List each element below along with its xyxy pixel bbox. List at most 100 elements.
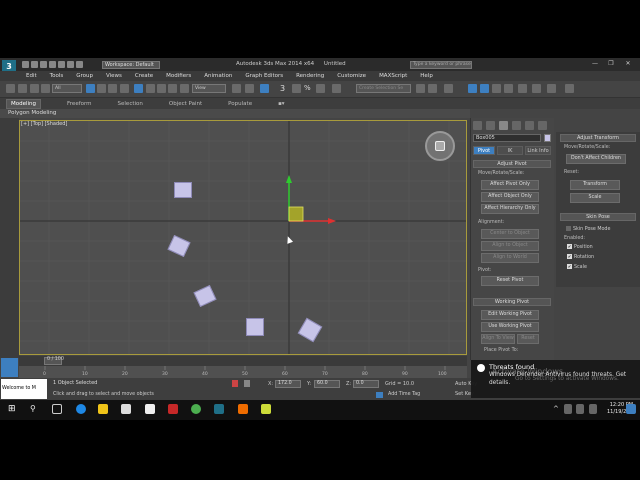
time-slider[interactable] xyxy=(19,356,467,366)
adjust-pivot-rollout[interactable]: Adjust Pivot xyxy=(473,160,551,168)
working-pivot-rollout[interactable]: Working Pivot xyxy=(473,298,551,306)
menu-edit[interactable]: Edit xyxy=(26,73,37,79)
hold-icon[interactable] xyxy=(67,61,74,68)
schematic-view-icon[interactable] xyxy=(492,84,501,93)
utilities-panel-icon[interactable] xyxy=(538,121,547,130)
select-object-icon[interactable] xyxy=(86,84,95,93)
box-object[interactable] xyxy=(174,182,192,198)
rendered-frame-window-icon[interactable] xyxy=(532,84,541,93)
position-checkbox[interactable]: ✔ Position xyxy=(567,244,593,250)
skin-pose-rollout[interactable]: Skin Pose xyxy=(560,213,636,221)
window-crossing-icon[interactable] xyxy=(120,84,129,93)
workspace-dropdown[interactable]: Workspace: Default xyxy=(102,61,160,69)
menu-views[interactable]: Views xyxy=(106,73,122,79)
tab-freeform[interactable]: Freeform xyxy=(67,101,92,107)
z-coordinate-field[interactable]: 0.0 xyxy=(353,380,379,388)
absolute-mode-icon[interactable] xyxy=(244,380,250,387)
maxscript-listener[interactable]: Welcome to M xyxy=(1,379,47,399)
store-icon[interactable] xyxy=(121,404,131,414)
minimize-button[interactable]: — xyxy=(587,60,603,69)
spinner-snap-icon[interactable] xyxy=(316,84,325,93)
pivot-center-icon[interactable] xyxy=(180,84,189,93)
select-scale-icon[interactable] xyxy=(157,84,166,93)
tab-ik[interactable]: IK xyxy=(497,146,523,155)
chrome-icon[interactable] xyxy=(191,404,201,414)
menu-group[interactable]: Group xyxy=(76,73,93,79)
menu-animation[interactable]: Animation xyxy=(204,73,232,79)
align-to-view-button[interactable]: Align To View xyxy=(481,334,515,344)
viewcube-icon[interactable] xyxy=(425,131,455,161)
app-taskbar-icon[interactable] xyxy=(238,404,248,414)
maximize-button[interactable]: ❐ xyxy=(603,60,619,69)
menu-customize[interactable]: Customize xyxy=(337,73,366,79)
tab-pivot[interactable]: Pivot xyxy=(473,146,495,155)
box-object[interactable] xyxy=(246,318,264,336)
select-rotate-icon[interactable] xyxy=(146,84,155,93)
close-button[interactable]: ✕ xyxy=(620,60,636,69)
tab-modeling[interactable]: Modeling xyxy=(6,98,42,109)
use-pivot-center-icon[interactable] xyxy=(232,84,241,93)
affect-object-only-button[interactable]: Affect Object Only xyxy=(481,192,539,202)
mirror-icon[interactable] xyxy=(416,84,425,93)
add-time-tag-button[interactable]: Add Time Tag xyxy=(388,392,420,397)
action-center-icon[interactable] xyxy=(626,404,636,414)
mail-icon[interactable] xyxy=(145,404,155,414)
viewport-label[interactable]: [+] [Top] [Shaded] xyxy=(21,121,67,127)
create-panel-icon[interactable] xyxy=(473,121,482,130)
modify-panel-icon[interactable] xyxy=(486,121,495,130)
graphite-toggle-icon[interactable] xyxy=(468,84,477,93)
reset-transform-button[interactable]: Transform xyxy=(570,180,620,190)
affect-pivot-only-button[interactable]: Affect Pivot Only xyxy=(481,180,539,190)
edit-working-pivot-button[interactable]: Edit Working Pivot xyxy=(481,310,539,320)
select-manipulate-icon[interactable] xyxy=(245,84,254,93)
angle-snap-icon[interactable] xyxy=(292,84,301,93)
reference-coordinate-dropdown[interactable]: View xyxy=(192,84,226,93)
render-production-icon[interactable] xyxy=(547,84,556,93)
redo-icon[interactable] xyxy=(58,61,65,68)
use-working-pivot-button[interactable]: Use Working Pivot xyxy=(481,322,539,332)
viewport-top[interactable] xyxy=(19,120,467,355)
menu-graph-editors[interactable]: Graph Editors xyxy=(245,73,283,79)
x-coordinate-field[interactable]: 172.0 xyxy=(275,380,301,388)
menu-maxscript[interactable]: MAXScript xyxy=(379,73,407,79)
select-move-icon[interactable] xyxy=(134,84,143,93)
edge-icon[interactable] xyxy=(76,404,86,414)
reset-pivot-button[interactable]: Reset Pivot xyxy=(481,276,539,286)
network-icon[interactable] xyxy=(564,404,572,414)
menu-modifiers[interactable]: Modifiers xyxy=(166,73,191,79)
y-coordinate-field[interactable]: 60.0 xyxy=(314,380,340,388)
selection-region-icon[interactable] xyxy=(108,84,117,93)
adjust-transform-rollout[interactable]: Adjust Transform xyxy=(560,134,636,142)
reset-scale-button[interactable]: Scale xyxy=(570,193,620,203)
object-name-field[interactable]: Box005 xyxy=(473,134,541,142)
search-icon[interactable]: ⚲ xyxy=(30,404,40,414)
object-color-swatch[interactable] xyxy=(544,134,551,142)
edit-named-selection-icon[interactable] xyxy=(332,84,341,93)
tab-selection[interactable]: Selection xyxy=(118,101,143,107)
reset-working-pivot-button[interactable]: Reset xyxy=(517,334,539,344)
selection-filter-dropdown[interactable]: All xyxy=(52,84,82,93)
rotation-checkbox[interactable]: ✔ Rotation xyxy=(567,254,594,260)
curve-editor-icon[interactable] xyxy=(480,84,489,93)
tab-link-info[interactable]: Link Info xyxy=(525,146,551,155)
motion-panel-icon[interactable] xyxy=(512,121,521,130)
open-file-icon[interactable] xyxy=(31,61,38,68)
new-file-icon[interactable] xyxy=(22,61,29,68)
align-to-object-button[interactable]: Align to Object xyxy=(481,241,539,251)
menu-rendering[interactable]: Rendering xyxy=(296,73,324,79)
align-icon[interactable] xyxy=(428,84,437,93)
tab-populate[interactable]: Populate xyxy=(228,101,252,107)
unlink-icon[interactable] xyxy=(30,84,39,93)
layer-manager-icon[interactable] xyxy=(444,84,453,93)
dont-affect-children-button[interactable]: Don't Affect Children xyxy=(566,154,626,164)
skin-pose-mode-checkbox[interactable]: Skin Pose Mode xyxy=(566,226,610,232)
display-panel-icon[interactable] xyxy=(525,121,534,130)
keyboard-shortcut-override-icon[interactable] xyxy=(260,84,269,93)
menu-create[interactable]: Create xyxy=(135,73,153,79)
undo-icon[interactable] xyxy=(49,61,56,68)
tray-arrow-icon[interactable]: ^ xyxy=(553,404,560,414)
render-setup-icon[interactable] xyxy=(518,84,527,93)
percent-snap-icon[interactable]: % xyxy=(304,84,313,93)
acrobat-icon[interactable] xyxy=(168,404,178,414)
scale-checkbox[interactable]: ✔ Scale xyxy=(567,264,587,270)
